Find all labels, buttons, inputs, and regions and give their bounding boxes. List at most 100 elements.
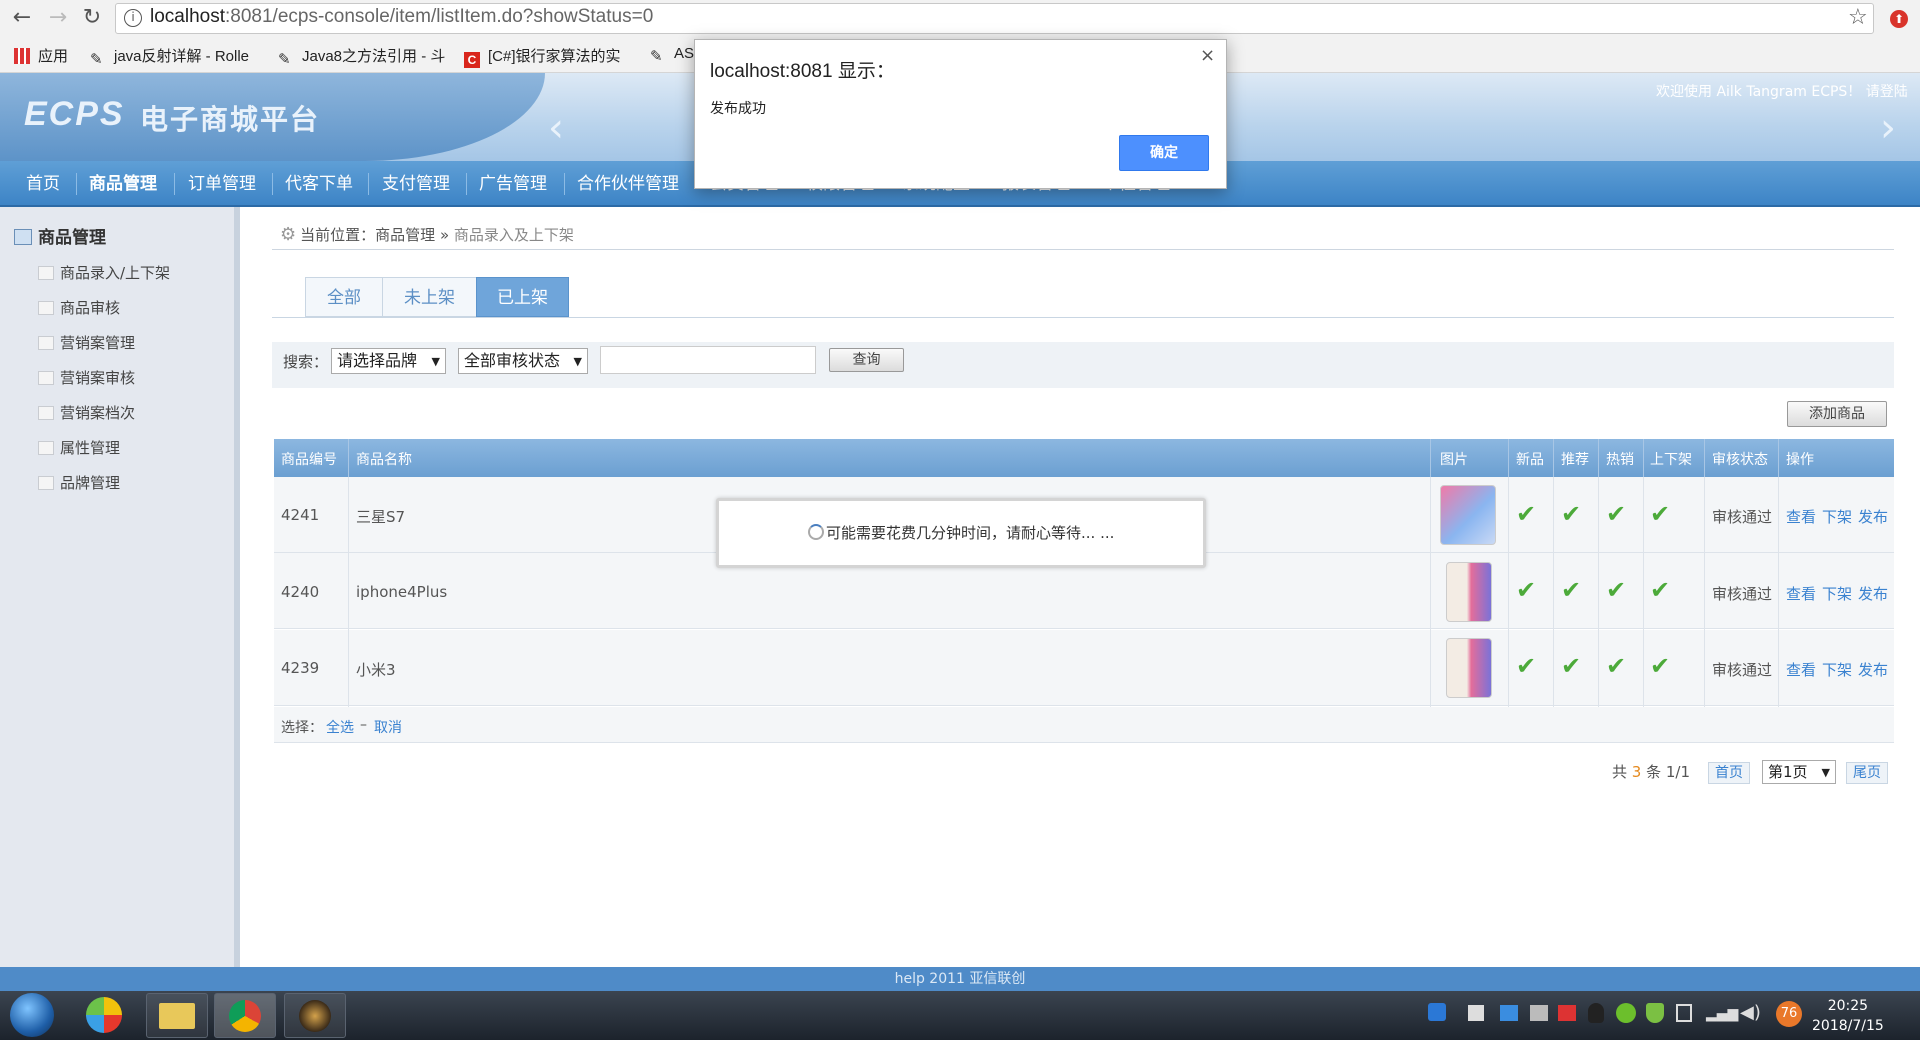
page-icon bbox=[38, 301, 54, 315]
product-image[interactable] bbox=[1446, 638, 1492, 698]
logo: ECPS bbox=[24, 95, 125, 133]
shield-icon[interactable] bbox=[1646, 1003, 1664, 1023]
view-link[interactable]: 查看 bbox=[1786, 506, 1816, 527]
brand-select[interactable]: 请选择品牌 ▼ bbox=[331, 348, 446, 374]
breadcrumb: ⚙ 当前位置：商品管理 » 商品录入及上下架 bbox=[280, 224, 574, 245]
app-icon[interactable] bbox=[86, 997, 122, 1033]
publish-link[interactable]: 发布 bbox=[1858, 506, 1888, 527]
product-image[interactable] bbox=[1440, 485, 1496, 545]
close-icon[interactable]: × bbox=[1200, 45, 1215, 66]
page-icon bbox=[38, 476, 54, 490]
bookmark-3[interactable]: C [C#]银行家算法的实 bbox=[464, 45, 634, 68]
tray-icon[interactable] bbox=[1500, 1005, 1518, 1021]
tray-icon[interactable] bbox=[1428, 1003, 1446, 1021]
sidebar-item-brand[interactable]: 品牌管理 bbox=[38, 472, 120, 493]
tab-unlisted[interactable]: 未上架 bbox=[382, 277, 477, 317]
sidebar-item-attribute[interactable]: 属性管理 bbox=[38, 437, 120, 458]
nav-proxy-order[interactable]: 代客下单 bbox=[285, 161, 353, 207]
back-icon[interactable]: ← bbox=[10, 6, 34, 30]
select-dash: – bbox=[360, 717, 367, 733]
alert-message: 发布成功 bbox=[710, 101, 766, 117]
nav-payment[interactable]: 支付管理 bbox=[382, 161, 450, 207]
csdn-icon: C bbox=[464, 52, 480, 68]
info-icon[interactable]: i bbox=[124, 9, 142, 27]
column-divider bbox=[1643, 477, 1644, 707]
audit-status-select[interactable]: 全部审核状态 ▼ bbox=[458, 348, 588, 374]
tab-all[interactable]: 全部 bbox=[305, 277, 383, 317]
ide-taskbar-button[interactable] bbox=[284, 993, 346, 1038]
apps-grid-icon bbox=[14, 48, 30, 64]
check-icon: ✔ bbox=[1516, 500, 1537, 528]
check-icon: ✔ bbox=[1516, 576, 1537, 604]
sidebar-item-product-entry[interactable]: 商品录入/上下架 bbox=[38, 262, 170, 283]
volume-icon[interactable]: ◀) bbox=[1740, 1002, 1761, 1023]
last-page-button[interactable]: 尾页 bbox=[1846, 762, 1888, 784]
nav-divider bbox=[564, 173, 565, 195]
select-none-link[interactable]: 取消 bbox=[374, 717, 402, 737]
th-image: 图片 bbox=[1440, 452, 1468, 468]
ok-button[interactable]: 确定 bbox=[1119, 135, 1209, 171]
cell-id: 4241 bbox=[281, 506, 320, 524]
nav-product[interactable]: 商品管理 bbox=[89, 161, 157, 207]
bookmark-1[interactable]: ✎ java反射详解 - Rolle bbox=[90, 45, 260, 66]
sidebar-item-campaign[interactable]: 营销案管理 bbox=[38, 332, 135, 353]
ide-icon bbox=[299, 1000, 331, 1032]
nav-partner[interactable]: 合作伙伴管理 bbox=[577, 161, 679, 207]
chevron-right-icon: › bbox=[1880, 105, 1896, 151]
bookmark-2[interactable]: ✎ Java8之方法引用 - 斗 bbox=[278, 45, 446, 66]
select-all-link[interactable]: 全选 bbox=[326, 717, 354, 737]
first-page-button[interactable]: 首页 bbox=[1708, 762, 1750, 784]
nav-home[interactable]: 首页 bbox=[26, 161, 60, 207]
th-action: 操作 bbox=[1786, 452, 1814, 468]
profile-icon[interactable]: ⬆ bbox=[1890, 10, 1908, 28]
battery-icon[interactable] bbox=[1676, 1004, 1692, 1022]
page-icon bbox=[38, 371, 54, 385]
add-product-button[interactable]: 添加商品 bbox=[1787, 401, 1887, 427]
view-link[interactable]: 查看 bbox=[1786, 659, 1816, 680]
nav-divider bbox=[272, 173, 273, 195]
chrome-taskbar-button[interactable] bbox=[214, 993, 276, 1038]
sidebar-item-campaign-audit[interactable]: 营销案审核 bbox=[38, 367, 135, 388]
explorer-taskbar-button[interactable] bbox=[146, 993, 208, 1038]
tab-listed[interactable]: 已上架 bbox=[476, 277, 569, 317]
star-icon[interactable]: ☆ bbox=[1848, 5, 1868, 30]
unlist-link[interactable]: 下架 bbox=[1822, 583, 1852, 604]
temperature-badge[interactable]: 76 bbox=[1776, 1001, 1802, 1027]
forward-icon[interactable]: → bbox=[46, 6, 70, 30]
sidebar-item-product-audit[interactable]: 商品审核 bbox=[38, 297, 120, 318]
signal-icon[interactable]: ▂▄▆ bbox=[1706, 1006, 1738, 1022]
product-image[interactable] bbox=[1446, 562, 1492, 622]
cell-audit-status: 审核通过 bbox=[1712, 661, 1773, 679]
unlist-link[interactable]: 下架 bbox=[1822, 659, 1852, 680]
check-icon: ✔ bbox=[1561, 500, 1582, 528]
qq-icon[interactable] bbox=[1588, 1003, 1604, 1023]
page-select[interactable]: 第1页 ▼ bbox=[1762, 760, 1836, 784]
publish-link[interactable]: 发布 bbox=[1858, 659, 1888, 680]
column-divider bbox=[348, 439, 349, 477]
check-icon: ✔ bbox=[1561, 576, 1582, 604]
query-button[interactable]: 查询 bbox=[829, 348, 904, 372]
link-icon: ✎ bbox=[650, 48, 663, 65]
column-divider bbox=[1430, 477, 1431, 707]
reload-icon[interactable]: ↻ bbox=[80, 6, 104, 30]
search-input[interactable] bbox=[600, 346, 816, 374]
tray-icon[interactable] bbox=[1530, 1005, 1548, 1021]
start-button[interactable] bbox=[10, 993, 54, 1037]
tray-icon[interactable] bbox=[1616, 1003, 1636, 1023]
publish-link[interactable]: 发布 bbox=[1858, 583, 1888, 604]
nav-ads[interactable]: 广告管理 bbox=[479, 161, 547, 207]
pager-total: 共 3 条 1/1 bbox=[1612, 763, 1691, 781]
tray-icon[interactable] bbox=[1468, 1005, 1484, 1021]
view-link[interactable]: 查看 bbox=[1786, 583, 1816, 604]
sidebar-item-campaign-tier[interactable]: 营销案档次 bbox=[38, 402, 135, 423]
bookmark-4[interactable]: ✎ AS bbox=[650, 45, 694, 65]
clock[interactable]: 20:25 2018/7/15 bbox=[1812, 996, 1884, 1036]
unlist-link[interactable]: 下架 bbox=[1822, 506, 1852, 527]
tray-icon[interactable] bbox=[1558, 1005, 1576, 1021]
nav-order[interactable]: 订单管理 bbox=[188, 161, 256, 207]
bookmark-apps[interactable]: 应用 bbox=[14, 45, 68, 66]
column-divider bbox=[1430, 439, 1431, 477]
th-onshelf: 上下架 bbox=[1650, 452, 1692, 468]
link-icon: ✎ bbox=[278, 51, 291, 66]
column-divider bbox=[1508, 439, 1509, 477]
